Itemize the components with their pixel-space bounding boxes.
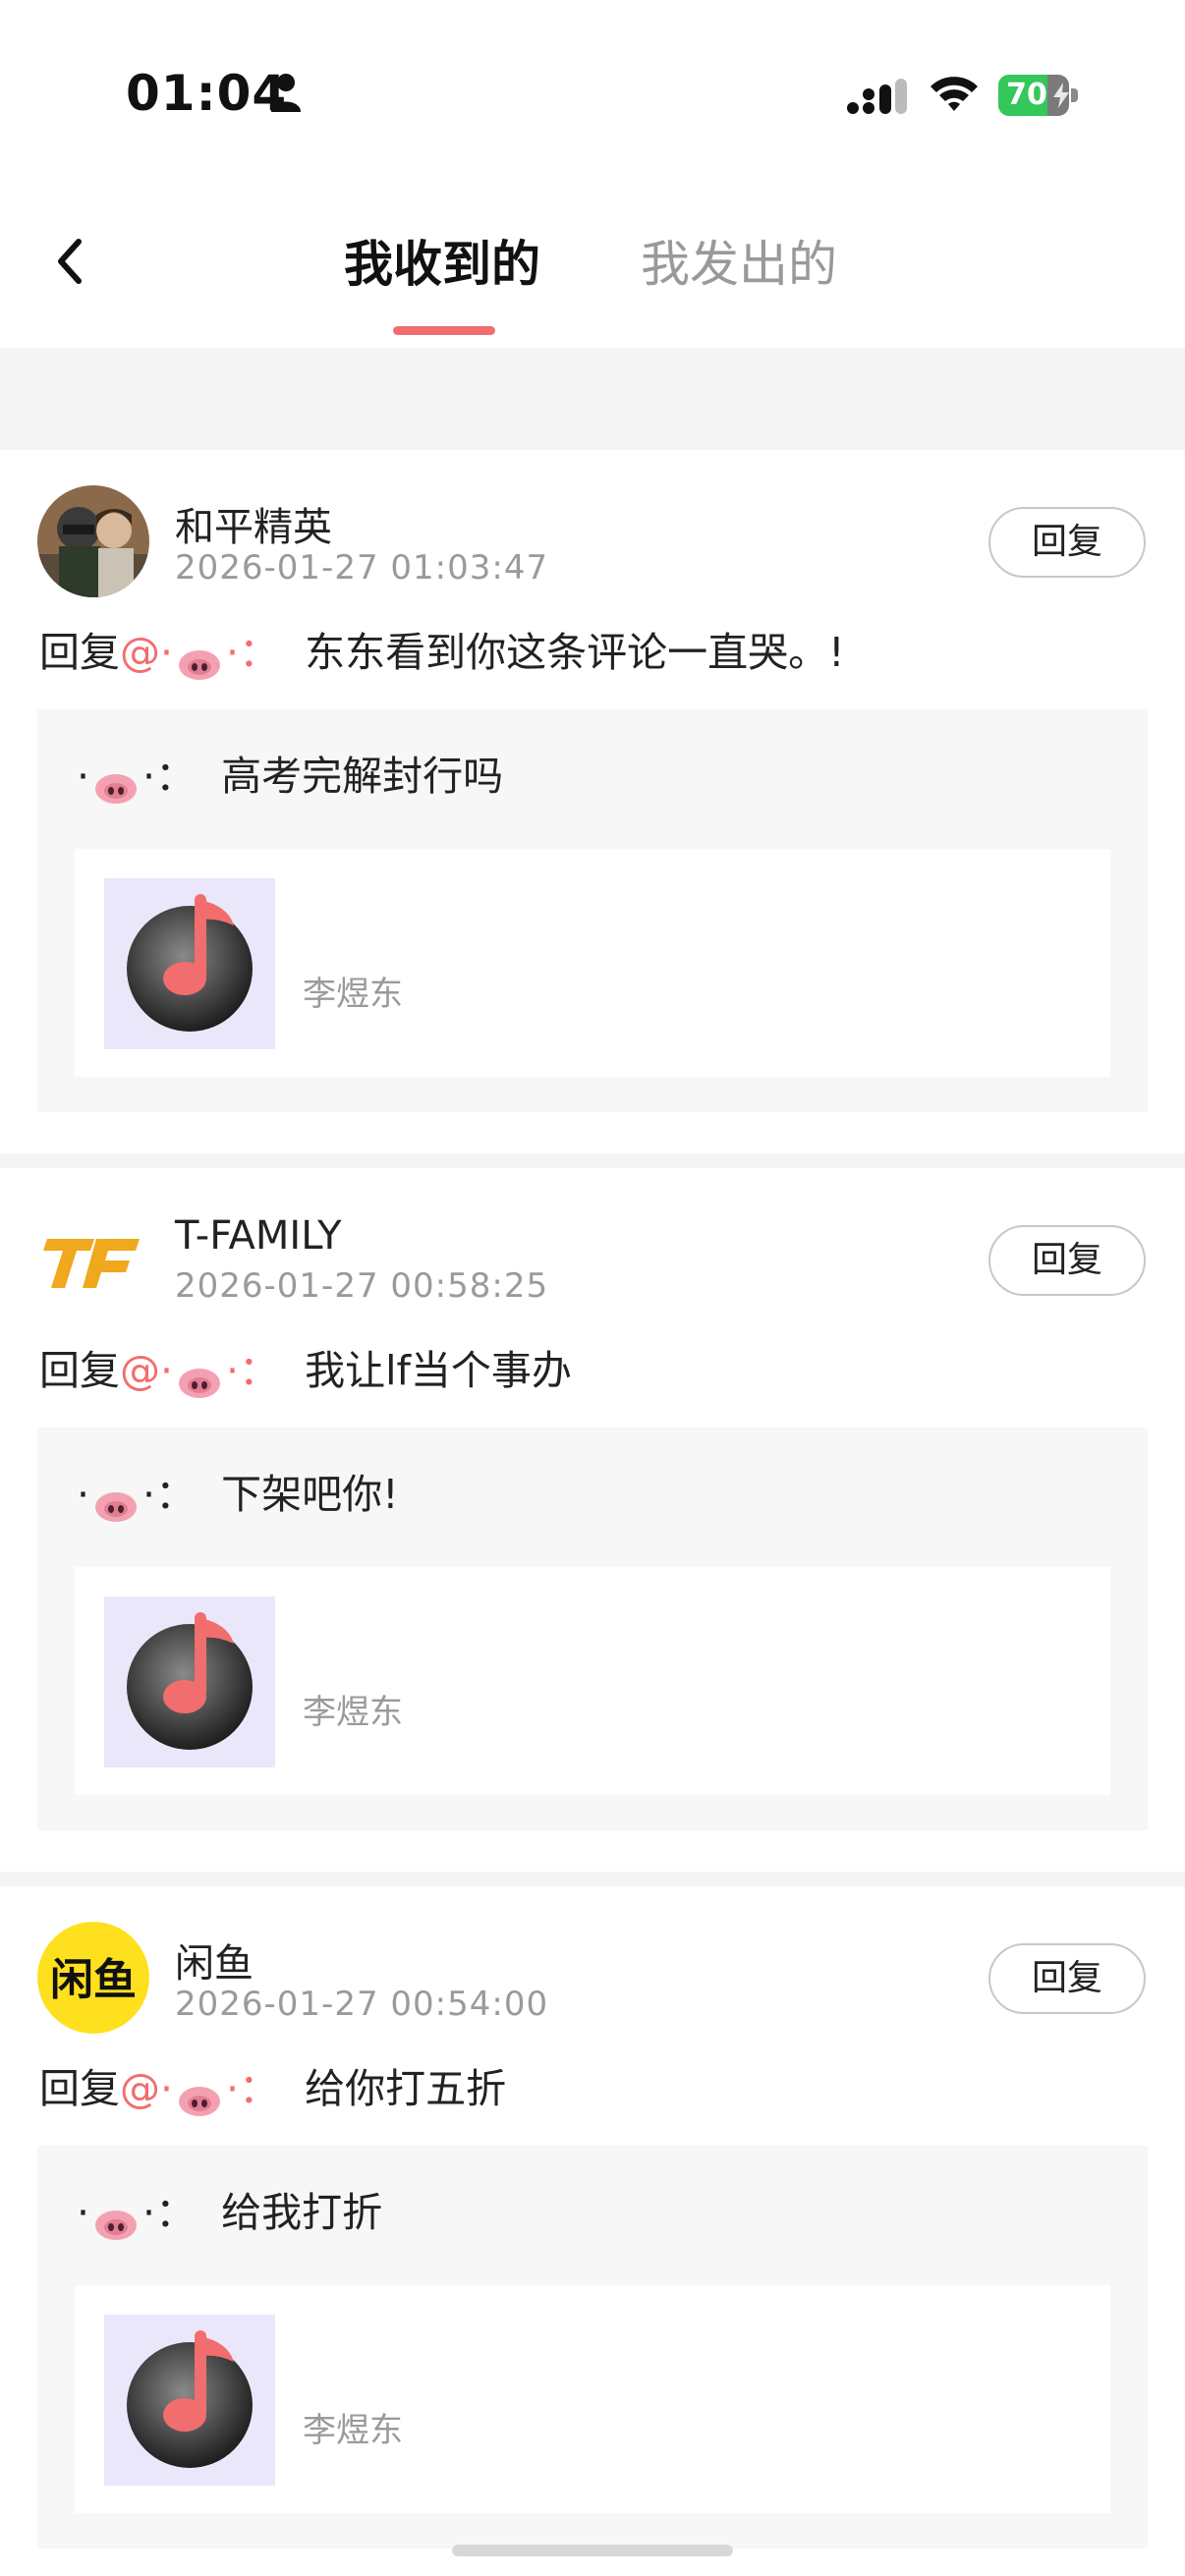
mention-nick-suffix: ·： — [226, 1347, 280, 1394]
quoted-nick-suffix: ·： — [142, 1471, 197, 1518]
comment-text: 回复@· ·： 我让lf当个事办 — [39, 1341, 572, 1400]
comment-text: 回复@· ·： 给你打五折 — [39, 2059, 506, 2118]
artist-name: 李煜东 — [303, 1693, 403, 1732]
quoted-nick-suffix: ·： — [142, 2189, 197, 2236]
reply-button[interactable]: 回复 — [988, 1225, 1146, 1296]
reply-prefix: 回复 — [39, 2065, 120, 2112]
home-indicator — [452, 2545, 733, 2556]
reply-button[interactable]: 回复 — [988, 507, 1146, 578]
game-soldiers-avatar[interactable] — [37, 485, 149, 597]
quoted-comment[interactable]: · ·： 高考完解封行吗 李煜东 — [37, 709, 1148, 1112]
comment-card: 闲鱼 闲鱼 2026-01-27 00:54:00 回复 回复@· ·： 给你打五折… — [0, 1886, 1185, 2576]
status-time: 01:04 — [126, 65, 288, 122]
quoted-body: 给我打折 — [221, 2189, 383, 2236]
quoted-body: 高考完解封行吗 — [221, 753, 504, 800]
back-chevron-icon[interactable] — [47, 232, 96, 291]
mention-nick[interactable]: · — [160, 1347, 173, 1394]
tf-logo-avatar[interactable] — [37, 1204, 149, 1316]
quoted-comment[interactable]: · ·： 下架吧你! 李煜东 — [37, 1428, 1148, 1830]
quoted-body: 下架吧你! — [221, 1471, 399, 1518]
charging-bolt-icon — [1053, 83, 1069, 108]
quoted-nick-suffix: ·： — [142, 753, 197, 800]
comment-card: 和平精英 2026-01-27 01:03:47 回复 回复@· ·： 东东看到你这… — [0, 450, 1185, 1153]
timestamp: 2026-01-27 00:58:25 — [175, 1266, 549, 1306]
reply-prefix: 回复 — [39, 1347, 120, 1394]
pig-nose-emoji-icon — [93, 1481, 139, 1522]
svg-text:闲鱼: 闲鱼 — [50, 1955, 137, 2005]
quoted-text: · ·： 高考完解封行吗 — [77, 747, 503, 806]
person-icon — [271, 74, 301, 112]
pig-nose-emoji-icon — [177, 2075, 222, 2116]
at-sign: @ — [120, 1347, 160, 1394]
reply-prefix: 回复 — [39, 629, 120, 676]
quoted-nick-prefix: · — [77, 2189, 90, 2236]
artist-name: 李煜东 — [303, 975, 403, 1014]
at-sign: @ — [120, 2065, 160, 2112]
battery-percent: 70 — [1006, 78, 1047, 112]
comment-body: 东东看到你这条评论一直哭。! — [305, 629, 845, 676]
pig-nose-emoji-icon — [177, 1357, 222, 1398]
xianyu-logo-avatar[interactable]: 闲鱼 — [37, 1922, 149, 2034]
pig-nose-emoji-icon — [93, 762, 139, 804]
quoted-text: · ·： 下架吧你! — [77, 1465, 399, 1524]
comment-body: 给你打五折 — [305, 2065, 507, 2112]
battery-indicator: 70 — [998, 75, 1079, 116]
comment-card: T-FAMILY 2026-01-27 00:58:25 回复 回复@· ·： 我让… — [0, 1168, 1185, 1872]
status-bar: 01:04 70 — [0, 0, 1185, 187]
timestamp: 2026-01-27 00:54:00 — [175, 1985, 549, 2024]
music-card[interactable]: 李煜东 — [75, 1567, 1110, 1795]
quoted-text: · ·： 给我打折 — [77, 2183, 382, 2242]
music-note-icon — [104, 878, 275, 1049]
music-note-icon — [104, 1596, 275, 1767]
music-card[interactable]: 李煜东 — [75, 2285, 1110, 2513]
quoted-nick-prefix: · — [77, 753, 90, 800]
music-card[interactable]: 李煜东 — [75, 849, 1110, 1077]
at-sign: @ — [120, 629, 160, 676]
username[interactable]: 闲鱼 — [175, 1932, 254, 1988]
quoted-nick-prefix: · — [77, 1471, 90, 1518]
wifi-icon — [931, 77, 978, 111]
username[interactable]: T-FAMILY — [175, 1213, 342, 1259]
mention-nick[interactable]: · — [160, 629, 173, 676]
section-spacer — [0, 348, 1185, 450]
mention-nick-suffix: ·： — [226, 2065, 280, 2112]
card-divider — [0, 1153, 1185, 1168]
quoted-comment[interactable]: · ·： 给我打折 李煜东 — [37, 2146, 1148, 2548]
pig-nose-emoji-icon — [93, 2199, 139, 2240]
pig-nose-emoji-icon — [177, 639, 222, 680]
comment-text: 回复@· ·： 东东看到你这条评论一直哭。! — [39, 623, 845, 682]
artist-name: 李煜东 — [303, 2411, 403, 2450]
active-tab-indicator — [393, 326, 495, 335]
username[interactable]: 和平精英 — [175, 495, 332, 552]
cellular-signal-icon — [847, 79, 907, 114]
tab-received[interactable]: 我收到的 — [344, 230, 540, 299]
reply-button[interactable]: 回复 — [988, 1943, 1146, 2014]
card-divider — [0, 1872, 1185, 1886]
tab-sent[interactable]: 我发出的 — [641, 230, 837, 299]
mention-nick-suffix: ·： — [226, 629, 280, 676]
music-note-icon — [104, 2315, 275, 2486]
timestamp: 2026-01-27 01:03:47 — [175, 548, 549, 588]
mention-nick[interactable]: · — [160, 2065, 173, 2112]
top-nav: 我收到的 我发出的 — [0, 187, 1185, 348]
comment-body: 我让lf当个事办 — [305, 1347, 572, 1394]
